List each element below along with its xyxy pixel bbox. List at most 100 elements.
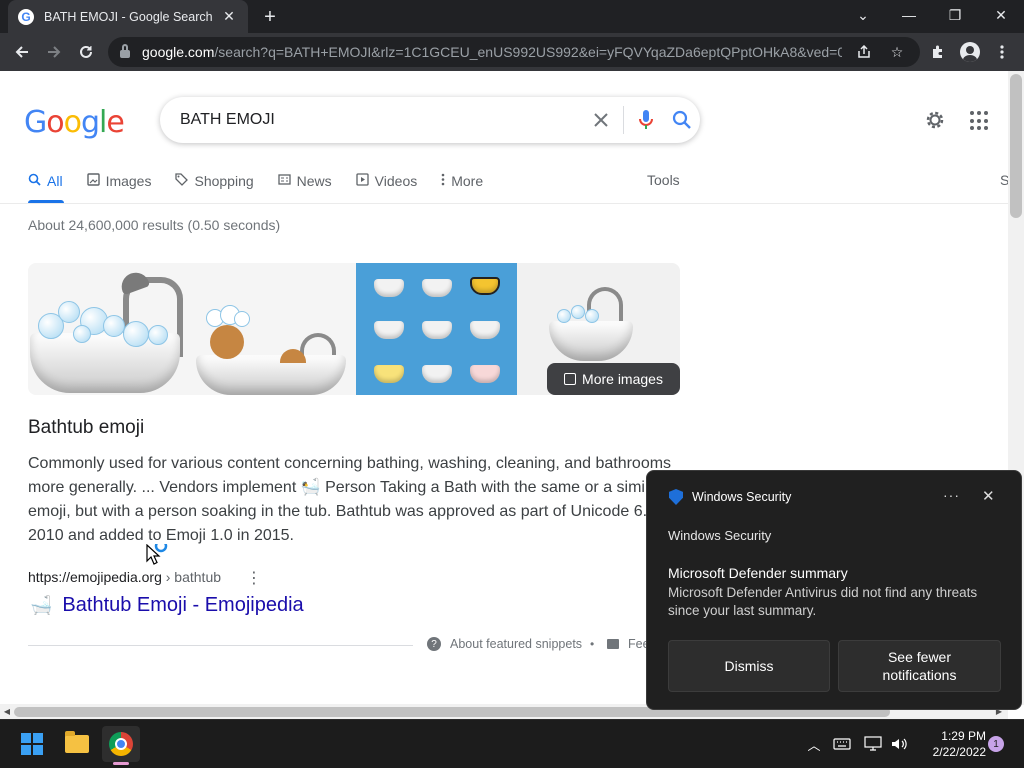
network-icon[interactable]	[862, 732, 884, 756]
microphone-icon[interactable]	[628, 102, 664, 138]
extensions-puzzle-icon[interactable]	[926, 40, 950, 64]
search-input[interactable]: BATH EMOJI	[180, 111, 583, 129]
search-tabs: All Images Shopping News Videos More	[28, 169, 507, 203]
tab-all[interactable]: All	[28, 169, 63, 193]
address-bar[interactable]: google.com/search?q=BATH+EMOJI&rlz=1C1GC…	[108, 37, 920, 67]
file-explorer-button[interactable]	[58, 726, 96, 762]
share-icon[interactable]	[853, 41, 875, 63]
profile-avatar-icon[interactable]	[958, 40, 982, 64]
tab-shopping[interactable]: Shopping	[175, 169, 254, 193]
feedback-icon	[607, 639, 619, 649]
clock-time: 1:29 PM	[941, 729, 986, 743]
back-arrow-icon[interactable]	[10, 40, 34, 64]
snippet-title: Bathtub emoji	[28, 417, 145, 438]
logo-letter: o	[63, 105, 82, 140]
notification-close-icon[interactable]: ✕	[982, 487, 995, 505]
notification-body: Microsoft Defender Antivirus did not fin…	[668, 585, 978, 618]
tabs-divider	[0, 203, 1008, 204]
bookmark-star-icon[interactable]: ☆	[886, 41, 908, 63]
google-favicon-icon: G	[18, 8, 34, 25]
google-apps-icon[interactable]	[970, 111, 990, 131]
lock-icon[interactable]	[120, 44, 130, 58]
more-images-button[interactable]: More images	[547, 363, 680, 395]
video-icon	[356, 173, 369, 189]
browser-toolbar: google.com/search?q=BATH+EMOJI&rlz=1C1GC…	[0, 33, 1024, 71]
tab-label: Videos	[374, 173, 418, 189]
image-icon	[86, 173, 100, 189]
start-button[interactable]	[13, 726, 51, 762]
help-icon: ?	[427, 637, 441, 651]
tab-news[interactable]: News	[278, 169, 332, 193]
result-link-text: Bathtub Emoji - Emojipedia	[62, 594, 304, 616]
minimize-button[interactable]: —	[886, 0, 932, 30]
browser-tab-strip: G BATH EMOJI - Google Search ✕ + ⌄ — ❐ ✕	[0, 0, 1024, 33]
tab-videos[interactable]: Videos	[356, 169, 418, 193]
browser-tab[interactable]: G BATH EMOJI - Google Search ✕	[8, 0, 248, 33]
snippet-body: Commonly used for various content concer…	[28, 455, 672, 544]
url-text[interactable]: google.com/search?q=BATH+EMOJI&rlz=1C1GC…	[142, 44, 842, 60]
volume-icon[interactable]	[888, 732, 910, 756]
active-app-indicator	[113, 762, 129, 765]
dismiss-button[interactable]: Dismiss	[668, 640, 830, 692]
windows-security-notification[interactable]: Windows Security ··· ✕ Windows Security …	[646, 470, 1022, 710]
tab-search-icon[interactable]: ⌄	[840, 0, 886, 30]
vertical-scroll-thumb[interactable]	[1010, 74, 1022, 218]
chrome-taskbar-button[interactable]	[102, 726, 140, 762]
notification-center-badge[interactable]: 1	[988, 736, 1004, 752]
tag-icon	[175, 173, 189, 189]
search-box[interactable]: BATH EMOJI	[160, 97, 700, 143]
notification-more-icon[interactable]: ···	[943, 487, 960, 503]
windows-logo-icon	[21, 733, 43, 755]
chrome-icon	[109, 732, 133, 756]
result-stats: About 24,600,000 results (0.50 seconds)	[28, 217, 281, 233]
screen: G BATH EMOJI - Google Search ✕ + ⌄ — ❐ ✕…	[0, 0, 1024, 768]
forward-arrow-icon[interactable]	[42, 40, 66, 64]
bathtub-bubbles-image[interactable]	[28, 263, 190, 395]
search-icon	[28, 173, 41, 189]
keyboard-icon[interactable]	[830, 732, 854, 756]
tab-label: Shopping	[194, 173, 254, 189]
close-window-button[interactable]: ✕	[978, 0, 1024, 30]
search-icon[interactable]	[664, 102, 700, 138]
scroll-left-arrow-icon[interactable]: ◀	[0, 704, 14, 719]
tab-close-icon[interactable]: ✕	[220, 8, 238, 25]
result-title-link[interactable]: 🛁 Bathtub Emoji - Emojipedia	[30, 594, 304, 617]
see-fewer-notifications-button[interactable]: See fewer notifications	[838, 640, 1001, 692]
clear-icon[interactable]	[583, 102, 619, 138]
notification-header: Windows Security	[668, 528, 772, 543]
gear-icon[interactable]	[920, 105, 950, 135]
chrome-menu-icon[interactable]	[990, 40, 1014, 64]
tab-label: News	[296, 173, 332, 189]
logo-letter: e	[106, 105, 124, 140]
tools-button[interactable]: Tools	[647, 172, 680, 188]
windows-taskbar: ︿ 1:29 PM 2/22/2022 1	[0, 719, 1024, 768]
bathtub-favicon-icon: 🛁	[30, 595, 53, 615]
more-vert-icon	[441, 173, 445, 189]
person-taking-bath-image[interactable]	[190, 263, 356, 395]
snippet-divider	[28, 645, 413, 646]
clock-date: 2/22/2022	[932, 745, 986, 759]
show-hidden-icons-icon[interactable]: ︿	[804, 732, 824, 756]
system-clock[interactable]: 1:29 PM 2/22/2022	[912, 728, 986, 760]
bath-emoji-grid-image[interactable]	[356, 263, 517, 395]
notification-title: Microsoft Defender summary	[668, 565, 848, 581]
result-options-icon[interactable]: ⋮	[246, 568, 262, 588]
notification-app-name: Windows Security	[692, 490, 792, 504]
news-icon	[278, 173, 291, 189]
image-icon	[564, 373, 577, 385]
search-divider	[623, 106, 624, 134]
restore-button[interactable]: ❐	[932, 0, 978, 30]
logo-letter: o	[46, 105, 64, 140]
footer-separator: •	[590, 637, 595, 651]
google-logo[interactable]: Google	[24, 105, 125, 140]
tab-label: Images	[105, 173, 152, 189]
mouse-cursor-icon	[146, 539, 170, 573]
about-featured-snippets-link[interactable]: ? About featured snippets	[427, 637, 582, 651]
reload-icon[interactable]	[74, 40, 98, 64]
tab-label: More	[451, 173, 484, 189]
logo-letter: g	[80, 105, 100, 140]
result-cite[interactable]: https://emojipedia.org › bathtub	[28, 569, 221, 585]
tab-more[interactable]: More	[441, 169, 483, 193]
new-tab-button[interactable]: +	[258, 5, 282, 29]
tab-images[interactable]: Images	[86, 169, 152, 193]
